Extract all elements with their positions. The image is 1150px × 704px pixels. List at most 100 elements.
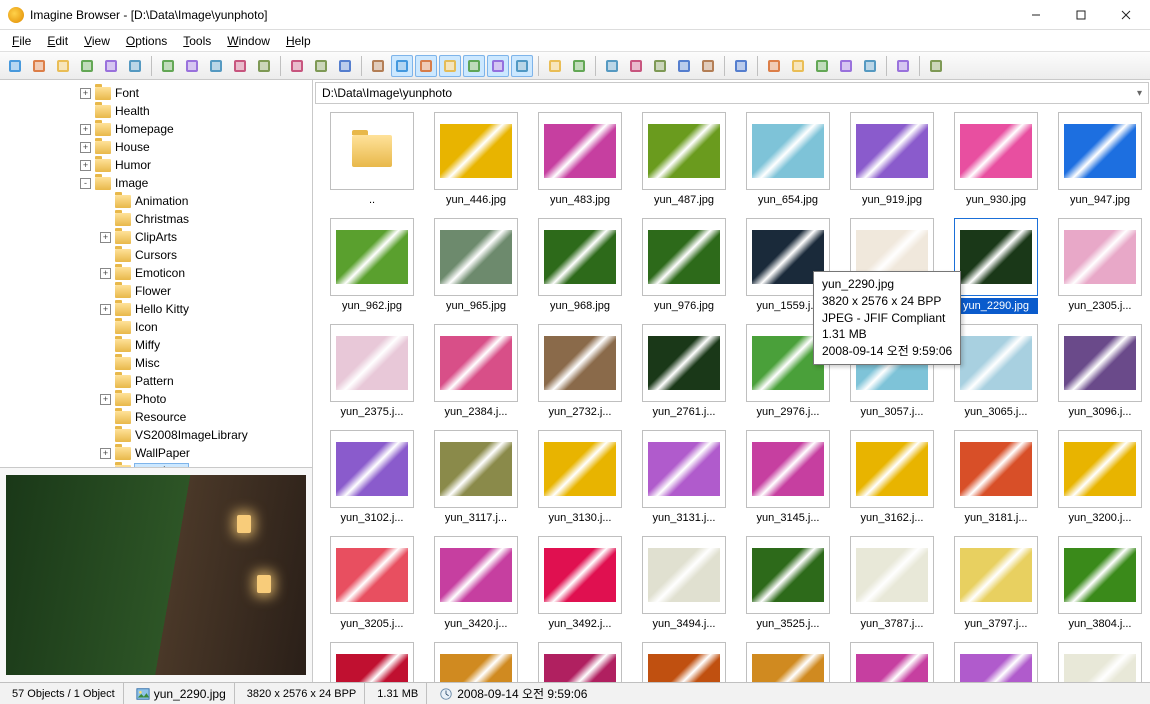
- expand-icon[interactable]: +: [80, 88, 91, 99]
- thumbnail-item[interactable]: yun_4103.j...: [741, 642, 835, 682]
- tree-item-resource[interactable]: Resource: [0, 408, 312, 426]
- open-folder-icon[interactable]: [52, 55, 74, 77]
- thumbnail-item[interactable]: yun_930.jpg: [949, 112, 1043, 208]
- thumbnail-item[interactable]: yun_3145.j...: [741, 430, 835, 526]
- thumbnail-item[interactable]: yun_446.jpg: [429, 112, 523, 208]
- view-large-icon[interactable]: [601, 55, 623, 77]
- tree-item-icon[interactable]: Icon: [0, 318, 312, 336]
- thumbnail-item[interactable]: yun_2305.j...: [1053, 218, 1147, 314]
- minimize-button[interactable]: [1013, 1, 1058, 29]
- info-icon[interactable]: [124, 55, 146, 77]
- thumbnail-item[interactable]: yun_483.jpg: [533, 112, 627, 208]
- thumbnail-item[interactable]: yun_4201.j...: [949, 642, 1043, 682]
- tree-item-emoticon[interactable]: +Emoticon: [0, 264, 312, 282]
- thumbnail-item[interactable]: yun_2761.j...: [637, 324, 731, 420]
- thumbnail-item[interactable]: yun_4037.j...: [637, 642, 731, 682]
- thumbnail-item[interactable]: yun_4200.j...: [845, 642, 939, 682]
- tool3-icon[interactable]: [811, 55, 833, 77]
- menu-file[interactable]: File: [4, 32, 39, 50]
- menu-tools[interactable]: Tools: [175, 32, 219, 50]
- folder-tree[interactable]: +FontHealth+Homepage+House+Humor-ImageAn…: [0, 80, 312, 467]
- window-new-icon[interactable]: [367, 55, 389, 77]
- paste-icon[interactable]: [334, 55, 356, 77]
- refresh-green-icon[interactable]: [568, 55, 590, 77]
- tree-item-image[interactable]: -Image: [0, 174, 312, 192]
- tree-item-photo[interactable]: +Photo: [0, 390, 312, 408]
- copy-clip-icon[interactable]: [310, 55, 332, 77]
- menu-window[interactable]: Window: [219, 32, 278, 50]
- tree-item-cursors[interactable]: Cursors: [0, 246, 312, 264]
- thumbnail-item[interactable]: yun_3131.j...: [637, 430, 731, 526]
- tree-item-christmas[interactable]: Christmas: [0, 210, 312, 228]
- expand-icon[interactable]: +: [80, 160, 91, 171]
- thumbnail-item[interactable]: yun_965.jpg: [429, 218, 523, 314]
- thumbnail-item[interactable]: yun_3162.j...: [845, 430, 939, 526]
- thumbnails-icon[interactable]: [391, 55, 413, 77]
- thumbnail-item[interactable]: yun_3525.j...: [741, 536, 835, 632]
- details-icon[interactable]: [487, 55, 509, 77]
- tool5-icon[interactable]: [859, 55, 881, 77]
- view-small-icon[interactable]: [697, 55, 719, 77]
- tree-item-animation[interactable]: Animation: [0, 192, 312, 210]
- thumbnail-item[interactable]: yun_3130.j...: [533, 430, 627, 526]
- capture-icon[interactable]: [28, 55, 50, 77]
- refresh-icon[interactable]: [253, 55, 275, 77]
- thumbnail-item[interactable]: yun_2384.j...: [429, 324, 523, 420]
- thumbnail-item[interactable]: yun_3102.j...: [325, 430, 419, 526]
- tree-item-cliparts[interactable]: +ClipArts: [0, 228, 312, 246]
- eye-icon[interactable]: [4, 55, 26, 77]
- thumbnail-item[interactable]: yun_3787.j...: [845, 536, 939, 632]
- thumbnail-item[interactable]: yun_3864.j...: [325, 642, 419, 682]
- thumbnail-item[interactable]: yun_3117.j...: [429, 430, 523, 526]
- thumbnail-item[interactable]: yun_947.jpg: [1053, 112, 1147, 208]
- expand-icon[interactable]: +: [100, 448, 111, 459]
- tree-item-vs2008imagelibrary[interactable]: VS2008ImageLibrary: [0, 426, 312, 444]
- view-tiles-icon[interactable]: [673, 55, 695, 77]
- thumbnail-item[interactable]: yun_654.jpg: [741, 112, 835, 208]
- expand-icon[interactable]: +: [100, 394, 111, 405]
- tree-item-miffy[interactable]: Miffy: [0, 336, 312, 354]
- thumbnail-item[interactable]: yun_2290.jpg: [949, 218, 1043, 314]
- thumbnail-item[interactable]: yun_3200.j...: [1053, 430, 1147, 526]
- thumbnail-item[interactable]: yun_3065.j...: [949, 324, 1043, 420]
- thumbnail-item[interactable]: yun_3871.j...: [429, 642, 523, 682]
- thumbnail-item[interactable]: yun_919.jpg: [845, 112, 939, 208]
- close-button[interactable]: [1103, 1, 1148, 29]
- thumbnail-item[interactable]: yun_3959.j...: [533, 642, 627, 682]
- help-icon[interactable]: [925, 55, 947, 77]
- tree-item-font[interactable]: +Font: [0, 84, 312, 102]
- wrench-icon[interactable]: [730, 55, 752, 77]
- tool2-icon[interactable]: [787, 55, 809, 77]
- thumbnail-item[interactable]: yun_3494.j...: [637, 536, 731, 632]
- tool4-icon[interactable]: [835, 55, 857, 77]
- thumbnail-item[interactable]: yun_976.jpg: [637, 218, 731, 314]
- tree-item-pattern[interactable]: Pattern: [0, 372, 312, 390]
- thumbnail-item[interactable]: yun_4202.j...: [1053, 642, 1147, 682]
- expand-icon[interactable]: +: [100, 232, 111, 243]
- copy-icon[interactable]: [181, 55, 203, 77]
- tree-item-wallpaper[interactable]: +WallPaper: [0, 444, 312, 462]
- thumbnail-item[interactable]: yun_2375.j...: [325, 324, 419, 420]
- tree-item-house[interactable]: +House: [0, 138, 312, 156]
- print-icon[interactable]: [76, 55, 98, 77]
- tree-item-humor[interactable]: +Humor: [0, 156, 312, 174]
- list-icon[interactable]: [463, 55, 485, 77]
- delete-icon[interactable]: [229, 55, 251, 77]
- expand-icon[interactable]: +: [100, 304, 111, 315]
- thumbnail-item[interactable]: yun_3205.j...: [325, 536, 419, 632]
- tree-item-misc[interactable]: Misc: [0, 354, 312, 372]
- menu-options[interactable]: Options: [118, 32, 175, 50]
- view-details-icon[interactable]: [649, 55, 671, 77]
- tool1-icon[interactable]: [763, 55, 785, 77]
- image-icon[interactable]: [544, 55, 566, 77]
- expand-icon[interactable]: +: [100, 268, 111, 279]
- thumbnail-item[interactable]: yun_3492.j...: [533, 536, 627, 632]
- camera-icon[interactable]: [157, 55, 179, 77]
- thumbnail-item[interactable]: yun_3804.j...: [1053, 536, 1147, 632]
- expand-icon[interactable]: +: [80, 142, 91, 153]
- thumbnail-item[interactable]: yun_962.jpg: [325, 218, 419, 314]
- timer-icon[interactable]: [415, 55, 437, 77]
- thumbnail-item[interactable]: ..: [325, 112, 419, 208]
- thumbnail-item[interactable]: yun_968.jpg: [533, 218, 627, 314]
- menu-view[interactable]: View: [76, 32, 118, 50]
